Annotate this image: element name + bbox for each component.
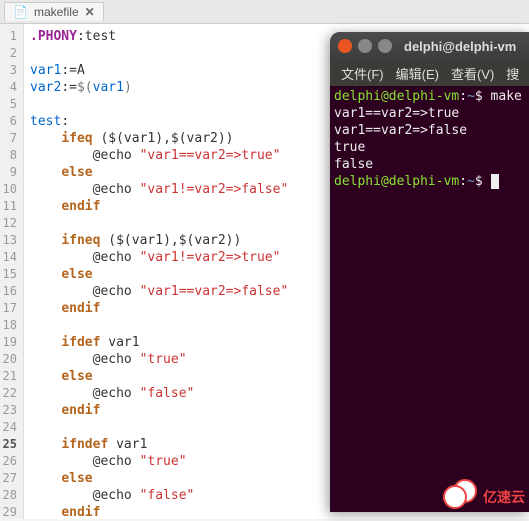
line-number: 11 bbox=[2, 198, 17, 215]
code-line[interactable]: @echo "false" bbox=[30, 385, 288, 402]
file-tab[interactable]: 📄 makefile ✕ bbox=[4, 2, 104, 21]
file-icon: 📄 bbox=[13, 5, 28, 19]
code-line[interactable]: @echo "true" bbox=[30, 453, 288, 470]
line-number: 17 bbox=[2, 300, 17, 317]
code-line[interactable] bbox=[30, 96, 288, 113]
tab-filename: makefile bbox=[34, 5, 79, 19]
line-number: 7 bbox=[2, 130, 17, 147]
line-number: 19 bbox=[2, 334, 17, 351]
code-line[interactable]: var2:=$(var1) bbox=[30, 79, 288, 96]
line-number-gutter: 1234567891011121314151617181920212223242… bbox=[0, 24, 24, 519]
line-number: 15 bbox=[2, 266, 17, 283]
window-maximize-icon[interactable] bbox=[378, 39, 392, 53]
line-number: 1 bbox=[2, 28, 17, 45]
line-number: 27 bbox=[2, 470, 17, 487]
code-line[interactable]: ifdef var1 bbox=[30, 334, 288, 351]
code-line[interactable]: @echo "var1==var2=>false" bbox=[30, 283, 288, 300]
menu-view[interactable]: 查看(V) bbox=[446, 62, 499, 85]
code-line[interactable]: @echo "false" bbox=[30, 487, 288, 504]
line-number: 26 bbox=[2, 453, 17, 470]
editor-tabs: 📄 makefile ✕ bbox=[0, 0, 529, 24]
line-number: 12 bbox=[2, 215, 17, 232]
watermark-logo-icon bbox=[443, 479, 479, 515]
close-icon[interactable]: ✕ bbox=[85, 5, 95, 19]
line-number: 18 bbox=[2, 317, 17, 334]
code-line[interactable]: ifeq ($(var1),$(var2)) bbox=[30, 130, 288, 147]
code-line[interactable]: else bbox=[30, 470, 288, 487]
watermark: 亿速云 bbox=[443, 479, 525, 515]
line-number: 16 bbox=[2, 283, 17, 300]
cursor-icon bbox=[491, 174, 499, 189]
terminal-body[interactable]: delphi@delphi-vm:~$ makevar1==var2=>true… bbox=[330, 86, 529, 192]
code-line[interactable]: endif bbox=[30, 504, 288, 521]
line-number: 4 bbox=[2, 79, 17, 96]
menu-edit[interactable]: 编辑(E) bbox=[391, 62, 444, 85]
terminal-titlebar[interactable]: delphi@delphi-vm bbox=[330, 32, 529, 60]
line-number: 29 bbox=[2, 504, 17, 521]
code-line[interactable]: test: bbox=[30, 113, 288, 130]
code-line[interactable]: endif bbox=[30, 300, 288, 317]
code-line[interactable]: @echo "true" bbox=[30, 351, 288, 368]
watermark-text: 亿速云 bbox=[483, 487, 525, 507]
code-line[interactable]: else bbox=[30, 266, 288, 283]
line-number: 5 bbox=[2, 96, 17, 113]
code-line[interactable]: @echo "var1!=var2=>false" bbox=[30, 181, 288, 198]
terminal-line: delphi@delphi-vm:~$ make bbox=[334, 88, 525, 105]
code-line[interactable]: else bbox=[30, 368, 288, 385]
terminal-output-line: true bbox=[334, 139, 525, 156]
code-line[interactable]: var1:=A bbox=[30, 62, 288, 79]
line-number: 25 bbox=[2, 436, 17, 453]
line-number: 23 bbox=[2, 402, 17, 419]
code-line[interactable] bbox=[30, 215, 288, 232]
code-line[interactable]: endif bbox=[30, 402, 288, 419]
code-line[interactable]: endif bbox=[30, 198, 288, 215]
line-number: 14 bbox=[2, 249, 17, 266]
window-minimize-icon[interactable] bbox=[358, 39, 372, 53]
code-line[interactable]: @echo "var1==var2=>true" bbox=[30, 147, 288, 164]
line-number: 20 bbox=[2, 351, 17, 368]
line-number: 22 bbox=[2, 385, 17, 402]
menu-search[interactable]: 搜 bbox=[501, 62, 524, 85]
line-number: 9 bbox=[2, 164, 17, 181]
line-number: 28 bbox=[2, 487, 17, 504]
code-line[interactable] bbox=[30, 317, 288, 334]
code-line[interactable]: ifndef var1 bbox=[30, 436, 288, 453]
line-number: 6 bbox=[2, 113, 17, 130]
terminal-output-line: false bbox=[334, 156, 525, 173]
code-line[interactable]: else bbox=[30, 164, 288, 181]
terminal-output-line: var1==var2=>false bbox=[334, 122, 525, 139]
code-content[interactable]: .PHONY:test var1:=Avar2:=$(var1) test: i… bbox=[24, 24, 294, 519]
line-number: 13 bbox=[2, 232, 17, 249]
terminal-output-line: var1==var2=>true bbox=[334, 105, 525, 122]
terminal-menubar: 文件(F) 编辑(E) 查看(V) 搜 bbox=[330, 60, 529, 86]
line-number: 10 bbox=[2, 181, 17, 198]
window-close-icon[interactable] bbox=[338, 39, 352, 53]
menu-file[interactable]: 文件(F) bbox=[336, 62, 389, 85]
line-number: 24 bbox=[2, 419, 17, 436]
code-line[interactable]: @echo "var1!=var2=>true" bbox=[30, 249, 288, 266]
terminal-window: delphi@delphi-vm 文件(F) 编辑(E) 查看(V) 搜 del… bbox=[330, 32, 529, 512]
line-number: 2 bbox=[2, 45, 17, 62]
code-line[interactable] bbox=[30, 419, 288, 436]
line-number: 3 bbox=[2, 62, 17, 79]
code-line[interactable]: .PHONY:test bbox=[30, 28, 288, 45]
code-line[interactable] bbox=[30, 45, 288, 62]
terminal-title: delphi@delphi-vm bbox=[404, 39, 516, 54]
line-number: 21 bbox=[2, 368, 17, 385]
code-line[interactable]: ifneq ($(var1),$(var2)) bbox=[30, 232, 288, 249]
line-number: 8 bbox=[2, 147, 17, 164]
terminal-line: delphi@delphi-vm:~$ bbox=[334, 173, 525, 190]
